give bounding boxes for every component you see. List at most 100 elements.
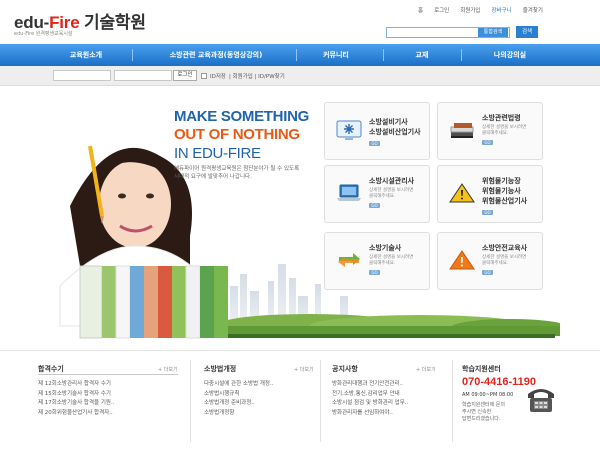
more-link-reviews[interactable]: + 더보기 <box>158 366 178 373</box>
list-item[interactable]: 제 12회소방관리사 합격자 수기 <box>38 380 114 390</box>
course-card-safety-educator[interactable]: 소방안전교육사 상세한 설명을 보시려면 클릭해주세요. GO <box>437 232 543 290</box>
card-title: 소방설비기사 소방설비산업기사 <box>369 117 421 137</box>
nav-divider <box>383 49 384 61</box>
book-stack <box>79 265 228 339</box>
list-item[interactable]: 제 17회소방기술사 합격을 기원.. <box>38 399 114 409</box>
join-find-links[interactable]: | 회원가입 | ID/PW찾기 <box>229 72 285 80</box>
card-description: 상세한 설명을 보시려면 클릭해주세요. <box>482 125 526 137</box>
course-card-engineer[interactable]: 소방기술사 상세한 설명을 보시려면 클릭해주세요. GO <box>324 232 430 290</box>
main-nav: 교육원소개 소방관련 교육과정(동영상강의) 커뮤니티 교재 나의강의실 <box>0 44 600 66</box>
card-description: 상세한 설명을 보시려면 클릭해주세요. <box>369 255 413 267</box>
logo-subtitle: edu-Fire 원격평생교육시설 <box>14 31 73 37</box>
card-title: 소방기술사 <box>369 244 402 252</box>
top-link-cart[interactable]: 장바구니 <box>492 6 512 14</box>
go-button[interactable]: GO <box>369 203 380 208</box>
course-card-fire-facility[interactable]: 소방설비기사 소방설비산업기사 GO <box>324 102 430 160</box>
list-item[interactable]: 제 20회위험물산업기사 합격자.. <box>38 409 114 419</box>
support-note-line-2: 주시면 신속한 <box>462 409 492 415</box>
column-divider <box>320 360 321 442</box>
list-item[interactable]: 방화관리자를 선임하여야.. <box>332 409 408 419</box>
list-item[interactable]: 다중시설에 관한 소방법 개정.. <box>204 380 273 390</box>
card-title-line-1: 위험물기능장 <box>482 177 521 185</box>
top-link-bookmark[interactable]: 즐겨찾기 <box>523 6 543 14</box>
card-description-line-2: 클릭해주세요. <box>482 261 509 266</box>
nav-item-my-classroom[interactable]: 나의강의실 <box>478 44 542 66</box>
telephone-icon <box>528 389 554 412</box>
login-password-input[interactable] <box>114 70 172 81</box>
column-divider <box>190 360 191 442</box>
nav-divider <box>132 49 133 61</box>
card-title: 소방관련법령 <box>482 114 521 122</box>
list-item[interactable]: 소방시설 점검 및 방화관리 업무.. <box>332 399 408 409</box>
nav-item-about[interactable]: 교육원소개 <box>58 44 114 66</box>
list-item[interactable]: 소방법개정향 <box>204 409 273 419</box>
card-title-line-2: 소방설비산업기사 <box>369 128 421 136</box>
card-title-line-3: 위험물산업기사 <box>482 197 528 205</box>
laptop-icon <box>337 184 361 201</box>
nav-divider <box>296 49 297 61</box>
go-button[interactable]: GO <box>482 140 493 145</box>
top-links: 홈 로그인 회원가입 장바구니 즐겨찾기 <box>418 6 554 14</box>
card-title: 소방시설관리사 <box>369 177 415 185</box>
list-item[interactable]: 방화관리대행과 전기안전관리.. <box>332 380 408 390</box>
section-title-reviews[interactable]: 합격수기 <box>38 364 64 374</box>
nav-divider <box>461 49 462 61</box>
section-divider <box>0 350 600 351</box>
hero-headline-2: OUT OF NOTHING <box>174 126 300 143</box>
more-link-law-revision[interactable]: + 더보기 <box>294 366 314 373</box>
go-button[interactable]: GO <box>482 210 493 215</box>
list-item[interactable]: 소방법개정 준비과정.. <box>204 399 273 409</box>
card-title-line-2: 위험물기능사 <box>482 187 521 195</box>
section-title-law-revision[interactable]: 소방법개정 <box>204 364 236 374</box>
notice-list: 방화관리대행과 전기안전관리.. 전기,소방,통신,감리업무 안내 소방시설 점… <box>332 380 408 418</box>
save-id-label: ID저장 <box>210 74 226 80</box>
go-button[interactable]: GO <box>369 141 380 146</box>
hazard-sign-icon <box>449 183 475 203</box>
nav-item-textbook[interactable]: 교재 <box>400 44 444 66</box>
login-id-input[interactable] <box>53 70 111 81</box>
list-item[interactable]: 소방법시행규칙 <box>204 390 273 400</box>
law-revision-list: 다중시설에 관한 소방법 개정.. 소방법시행규칙 소방법개정 준비과정.. 소… <box>204 380 273 418</box>
list-item[interactable]: 제 15회소방기술사 합격자 수기 <box>38 390 114 400</box>
support-hours: AM 09:00~PM 08:00 <box>462 392 514 398</box>
go-button[interactable]: GO <box>482 270 493 275</box>
list-item[interactable]: 전기,소방,통신,감리업무 안내 <box>332 390 408 400</box>
hero-description: 에듀파이어 원격평생교육원은 첨단분야가 될 수 있도록 시대적 요구에 발맞추… <box>174 165 324 181</box>
tree-band <box>220 314 560 338</box>
card-title: 소방안전교육사 <box>482 244 528 252</box>
nav-item-courses[interactable]: 소방관련 교육과정(동영상강의) <box>150 44 282 66</box>
hero-headline-3: IN EDU-FIRE <box>174 145 261 162</box>
save-id-checkbox[interactable] <box>201 73 207 79</box>
card-title: 위험물기능장위험물기능사위험물산업기사 <box>482 176 527 206</box>
login-button[interactable]: 로그인 <box>173 70 197 81</box>
top-link-join[interactable]: 회원가입 <box>460 6 480 14</box>
hero-description-line-1: 에듀파이어 원격평생교육원은 첨단분야가 될 수 있도록 <box>174 166 300 172</box>
support-note: 학습지원센터에 문의 주시면 신속한 답변드리겠습니다. <box>462 402 505 423</box>
go-button[interactable]: GO <box>369 270 380 275</box>
top-link-login[interactable]: 로그인 <box>434 6 449 14</box>
course-card-fire-law[interactable]: 소방관련법령 상세한 설명을 보시려면 클릭해주세요. GO <box>437 102 543 160</box>
support-center-title: 학습지원센터 <box>462 365 501 373</box>
section-title-notice[interactable]: 공지사항 <box>332 364 358 374</box>
logo-academy: 기술학원 <box>79 13 146 32</box>
hero-description-line-2: 시대적 요구에 발맞추어 나갑니다. <box>174 174 252 180</box>
exchange-arrows-icon <box>338 253 360 267</box>
nav-item-community[interactable]: 커뮤니티 <box>310 44 362 66</box>
warning-icon <box>449 250 475 270</box>
top-link-home[interactable]: 홈 <box>418 6 423 14</box>
login-bar: 로그인 ID저장 | 회원가입 | ID/PW찾기 <box>0 66 600 86</box>
more-link-notice[interactable]: + 더보기 <box>416 366 436 373</box>
course-card-facility-manager[interactable]: 소방시설관리사 상세한 설명을 보시려면 클릭해주세요. GO <box>324 165 430 223</box>
card-description: 상세한 설명을 보시려면 클릭해주세요. <box>482 255 526 267</box>
section-underline <box>38 374 178 375</box>
card-description-line-2: 클릭해주세요. <box>482 131 509 136</box>
hero-headline-1: MAKE SOMETHING <box>174 108 309 125</box>
course-card-hazardous[interactable]: 위험물기능장위험물기능사위험물산업기사 GO <box>437 165 543 223</box>
card-description: 상세한 설명을 보시려면 클릭해주세요. <box>369 188 413 200</box>
book-icon <box>450 123 474 138</box>
search-type-button[interactable]: 통합검색 <box>478 28 508 37</box>
reviews-list: 제 12회소방관리사 합격자 수기 제 15회소방기술사 합격자 수기 제 17… <box>38 380 114 418</box>
support-note-line-1: 학습지원센터에 문의 <box>462 402 505 408</box>
search-button[interactable]: 검색 <box>516 26 538 38</box>
card-description-line-2: 클릭해주세요. <box>369 194 396 199</box>
